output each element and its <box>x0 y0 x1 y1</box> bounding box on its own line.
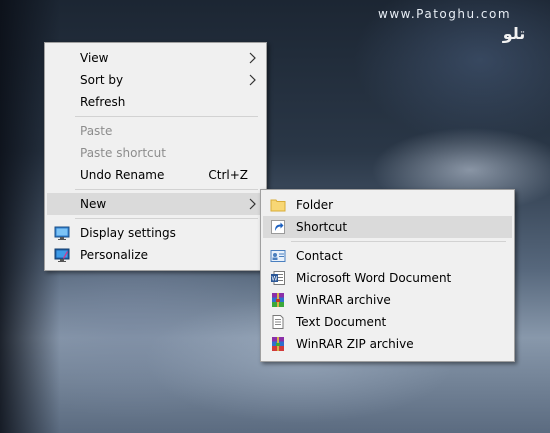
winrar-zip-icon <box>272 337 284 351</box>
menu-item-label: Contact <box>296 249 343 263</box>
submenu-item-word-document[interactable]: W Microsoft Word Document <box>263 267 512 289</box>
submenu-item-folder[interactable]: Folder <box>263 194 512 216</box>
menu-separator <box>75 189 258 190</box>
menu-item-display-settings[interactable]: Display settings <box>47 222 264 244</box>
menu-item-label: Paste <box>80 124 113 138</box>
menu-item-label: Personalize <box>80 248 149 262</box>
menu-item-paste[interactable]: Paste <box>47 120 264 142</box>
menu-item-label: Microsoft Word Document <box>296 271 452 285</box>
menu-item-label: Folder <box>296 198 334 212</box>
menu-item-label: Undo Rename <box>80 168 165 182</box>
submenu-item-contact[interactable]: Contact <box>263 245 512 267</box>
menu-item-undo-rename[interactable]: Undo Rename Ctrl+Z <box>47 164 264 186</box>
chevron-right-icon <box>249 198 256 210</box>
chevron-right-icon <box>249 52 256 64</box>
shortcut-icon <box>271 220 285 234</box>
submenu-item-winrar-zip[interactable]: WinRAR ZIP archive <box>263 333 512 355</box>
menu-item-view[interactable]: View <box>47 47 264 69</box>
chevron-right-icon <box>249 74 256 86</box>
menu-item-label: New <box>80 197 107 211</box>
watermark-text: www.Patoghu.com <box>378 7 512 21</box>
new-submenu: Folder Shortcut Contact W Microsoft Word… <box>260 189 515 362</box>
menu-item-label: View <box>80 51 109 65</box>
menu-item-paste-shortcut[interactable]: Paste shortcut <box>47 142 264 164</box>
submenu-item-winrar-archive[interactable]: WinRAR archive <box>263 289 512 311</box>
text-document-icon <box>272 315 284 329</box>
menu-item-refresh[interactable]: Refresh <box>47 91 264 113</box>
folder-icon <box>270 199 286 212</box>
submenu-item-text-document[interactable]: Text Document <box>263 311 512 333</box>
menu-item-label: Shortcut <box>296 220 348 234</box>
word-document-icon: W <box>271 271 285 285</box>
winrar-archive-icon <box>272 293 284 307</box>
display-settings-icon <box>54 226 70 240</box>
menu-separator <box>75 116 258 117</box>
menu-separator <box>291 241 506 242</box>
menu-item-sort-by[interactable]: Sort by <box>47 69 264 91</box>
keyboard-shortcut: Ctrl+Z <box>208 168 248 182</box>
menu-item-label: Refresh <box>80 95 126 109</box>
menu-item-personalize[interactable]: Personalize <box>47 244 264 266</box>
menu-item-label: WinRAR archive <box>296 293 391 307</box>
desktop-context-menu: View Sort by Refresh Paste Paste shortcu… <box>44 42 267 271</box>
personalize-icon <box>54 248 70 262</box>
menu-item-label: Text Document <box>296 315 387 329</box>
watermark-logo: تلو <box>502 24 526 43</box>
submenu-item-shortcut[interactable]: Shortcut <box>263 216 512 238</box>
svg-text:W: W <box>272 276 278 283</box>
contact-icon <box>270 250 286 262</box>
menu-item-label: Display settings <box>80 226 176 240</box>
menu-item-label: WinRAR ZIP archive <box>296 337 414 351</box>
menu-item-label: Sort by <box>80 73 124 87</box>
menu-item-label: Paste shortcut <box>80 146 166 160</box>
menu-separator <box>75 218 258 219</box>
menu-item-new[interactable]: New <box>47 193 264 215</box>
